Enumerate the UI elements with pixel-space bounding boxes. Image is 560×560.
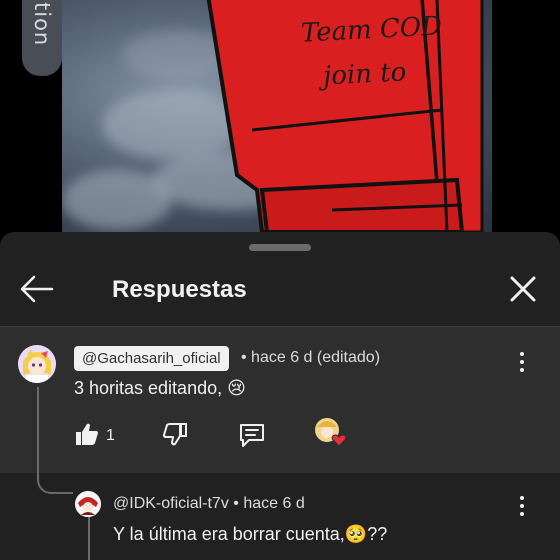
- like-count: 1: [106, 427, 115, 444]
- comment-item: @Gachasarih_oficial • hace 6 d (editado)…: [0, 327, 560, 473]
- like-button[interactable]: [74, 421, 100, 452]
- reply-item: @IDK-oficial-t7v • hace 6 d Y la última …: [0, 473, 560, 560]
- reply-meta: • hace 6 d: [233, 495, 305, 512]
- drawing-caption: Team COD join to: [300, 4, 446, 99]
- more-options-button[interactable]: [517, 352, 527, 374]
- comment-author[interactable]: @Gachasarih_oficial: [74, 346, 229, 371]
- drag-handle[interactable]: [249, 244, 311, 251]
- avatar-image: [18, 345, 56, 383]
- reply-button[interactable]: [238, 421, 266, 454]
- reply-header: @IDK-oficial-t7v • hace 6 d: [113, 495, 305, 513]
- reply-avatar-image: [75, 491, 101, 517]
- video-overlay-text: tion: [30, 2, 54, 47]
- back-button[interactable]: [18, 272, 58, 306]
- dislike-button[interactable]: [162, 421, 188, 452]
- close-button[interactable]: [506, 272, 540, 306]
- avatar[interactable]: [18, 345, 56, 383]
- close-icon: [510, 276, 536, 302]
- drawing-caption-line1: Team COD: [300, 11, 443, 49]
- reply-icon: [240, 424, 264, 447]
- drawing-caption-line2: join to: [322, 57, 408, 92]
- reply-avatar[interactable]: [75, 491, 101, 517]
- sheet-title: Respuestas: [112, 276, 247, 303]
- comment-text: 3 horitas editando, 😢: [74, 378, 246, 398]
- reply-text: Y la última era borrar cuenta,🥺??: [113, 524, 388, 544]
- sheet-header: Respuestas: [0, 256, 560, 326]
- creator-heart-icon: [315, 418, 347, 447]
- creator-heart-badge: [314, 417, 348, 449]
- video-overlay-label: tion: [22, 0, 62, 76]
- thread-connector: [37, 473, 73, 494]
- thumbs-up-icon: [76, 423, 98, 445]
- thumbs-down-icon: [163, 423, 187, 446]
- reply-more-options-button[interactable]: [517, 496, 527, 518]
- more-vert-icon: [517, 496, 527, 516]
- reply-author[interactable]: @IDK-oficial-t7v: [113, 495, 229, 512]
- comment-meta: • hace 6 d (editado): [241, 349, 381, 366]
- video-frame: Team COD join to: [62, 0, 492, 232]
- back-arrow-icon: [20, 275, 54, 303]
- replies-sheet: Respuestas @Gachasarih_oficial • hace 6 …: [0, 232, 560, 560]
- video-player[interactable]: Team COD join to tion: [0, 0, 560, 232]
- more-vert-icon: [517, 352, 527, 372]
- thread-line: [37, 387, 39, 473]
- reply-thread-line: [88, 517, 90, 560]
